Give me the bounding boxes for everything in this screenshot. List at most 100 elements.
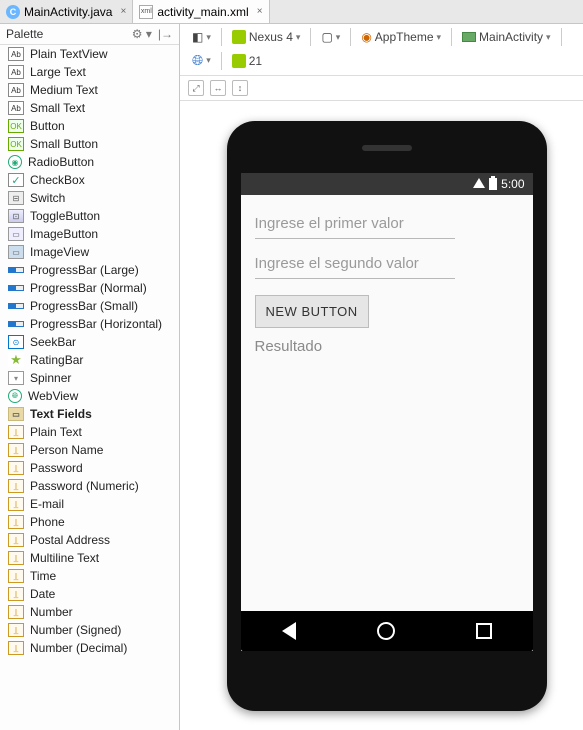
palette-item-label: Password (Numeric): [30, 479, 139, 493]
palette-item-label: ProgressBar (Small): [30, 299, 138, 313]
palette-item-button[interactable]: OK Button: [0, 117, 179, 135]
palette-item-e-mail[interactable]: I̲E-mail: [0, 495, 179, 513]
palette-item-ratingbar[interactable]: ★RatingBar: [0, 351, 179, 369]
field-icon: I̲: [8, 443, 24, 457]
palette-item-multiline-text[interactable]: I̲Multiline Text: [0, 549, 179, 567]
nav-home-icon[interactable]: [376, 621, 396, 641]
palette-item-password-numeric[interactable]: I̲Password (Numeric): [0, 477, 179, 495]
palette-item-togglebutton[interactable]: ⊡ToggleButton: [0, 207, 179, 225]
palette-item-label: Spinner: [30, 371, 71, 385]
folder-icon: ▭: [8, 407, 24, 421]
field-icon: I̲: [8, 425, 24, 439]
device-frame: 5:00 Ingrese el primer valor Ingrese el …: [227, 121, 547, 711]
edittext-primer-valor[interactable]: Ingrese el primer valor: [255, 209, 455, 239]
toggle-icon: ⊡: [8, 209, 24, 223]
palette-item-small-button[interactable]: OKSmall Button: [0, 135, 179, 153]
textview-resultado[interactable]: Resultado: [255, 338, 519, 355]
arrow-icon[interactable]: |→: [158, 27, 173, 41]
palette-item-imageview[interactable]: ▭ ImageView: [0, 243, 179, 261]
tab-activity-main-xml[interactable]: xml activity_main.xml ×: [133, 0, 269, 23]
palette-item-medium-text[interactable]: AbMedium Text: [0, 81, 179, 99]
palette-item-progressbar-normal[interactable]: ProgressBar (Normal): [0, 279, 179, 297]
field-icon: I̲: [8, 533, 24, 547]
palette-item-imagebutton[interactable]: ▭ImageButton: [0, 225, 179, 243]
palette-item-label: SeekBar: [30, 335, 76, 349]
zoom-fit-icon[interactable]: ⤢: [188, 80, 204, 96]
nav-recent-icon[interactable]: [474, 621, 494, 641]
palette-item-progressbar-small[interactable]: ProgressBar (Small): [0, 297, 179, 315]
device-selector[interactable]: Nexus 4 ▾: [228, 28, 305, 46]
palette-item-progressbar-horizontal[interactable]: ProgressBar (Horizontal): [0, 315, 179, 333]
expand-vertical-icon[interactable]: ↕: [232, 80, 248, 96]
palette-item-webview[interactable]: 🌐︎WebView: [0, 387, 179, 405]
palette-item-large-text[interactable]: AbLarge Text: [0, 63, 179, 81]
palette-item-label: Small Button: [30, 137, 98, 151]
palette-item-label: ImageView: [30, 245, 89, 259]
nav-back-icon[interactable]: [279, 621, 299, 641]
designer-toolbar: ◧▾ Nexus 4 ▾ ▢▾ ◉ AppTheme ▾ MainActivit…: [180, 24, 583, 76]
palette-item-label: Phone: [30, 515, 65, 529]
orientation-button[interactable]: ◧▾: [188, 28, 215, 46]
ok-icon: OK: [8, 119, 24, 133]
palette-item-text-fields[interactable]: ▭Text Fields: [0, 405, 179, 423]
tab-main-activity[interactable]: C MainActivity.java ×: [0, 0, 133, 23]
palette-item-label: Plain Text: [30, 425, 82, 439]
palette-item-number-decimal[interactable]: I̲Number (Decimal): [0, 639, 179, 657]
palette-item-label: WebView: [28, 389, 78, 403]
locale-selector[interactable]: 🌐︎ ▾: [188, 50, 215, 71]
phone-speaker: [362, 145, 412, 151]
palette-item-radiobutton[interactable]: ◉RadioButton: [0, 153, 179, 171]
palette-item-postal-address[interactable]: I̲ Postal Address: [0, 531, 179, 549]
palette-item-spinner[interactable]: ▾ Spinner: [0, 369, 179, 387]
field-icon: I̲: [8, 515, 24, 529]
palette-item-password[interactable]: I̲Password: [0, 459, 179, 477]
palette-item-label: Time: [30, 569, 56, 583]
theme-icon: ◉: [361, 30, 371, 44]
palette-item-label: Medium Text: [30, 83, 98, 97]
check-icon: ✓: [8, 173, 24, 187]
expand-horizontal-icon[interactable]: ↔: [210, 80, 226, 96]
palette-item-number[interactable]: I̲Number: [0, 603, 179, 621]
palette-item-phone[interactable]: I̲ Phone: [0, 513, 179, 531]
spinner-icon: ▾: [8, 371, 24, 385]
edittext-segundo-valor[interactable]: Ingrese el segundo valor: [255, 249, 455, 279]
imgvw-icon: ▭: [8, 245, 24, 259]
palette-item-number-signed[interactable]: I̲Number (Signed): [0, 621, 179, 639]
palette-pane: Palette ⚙︎ ▾ |→ AbPlain TextViewAbLarge …: [0, 24, 180, 730]
palette-item-label: ProgressBar (Normal): [30, 281, 147, 295]
tab-label: MainActivity.java: [24, 5, 112, 19]
theme-selector[interactable]: ◉ AppTheme ▾: [357, 28, 445, 46]
close-icon[interactable]: ×: [120, 6, 126, 17]
palette-item-date[interactable]: I̲Date: [0, 585, 179, 603]
app-layout-root[interactable]: Ingrese el primer valor Ingrese el segun…: [241, 195, 533, 611]
palette-item-small-text[interactable]: AbSmall Text: [0, 99, 179, 117]
design-canvas[interactable]: 5:00 Ingrese el primer valor Ingrese el …: [180, 101, 583, 730]
field-icon: I̲: [8, 623, 24, 637]
device-screen: 5:00 Ingrese el primer valor Ingrese el …: [241, 173, 533, 651]
palette-item-label: Postal Address: [30, 533, 110, 547]
palette-item-checkbox[interactable]: ✓CheckBox: [0, 171, 179, 189]
activity-selector[interactable]: MainActivity ▾: [458, 28, 555, 46]
close-icon[interactable]: ×: [257, 6, 263, 17]
palette-header: Palette ⚙︎ ▾ |→: [0, 24, 179, 45]
imgbt-icon: ▭: [8, 227, 24, 241]
palette-item-progressbar-large[interactable]: ProgressBar (Large): [0, 261, 179, 279]
field-icon: I̲: [8, 551, 24, 565]
palette-item-plain-text[interactable]: I̲ Plain Text: [0, 423, 179, 441]
config-button[interactable]: ▢▾: [317, 28, 344, 46]
palette-item-person-name[interactable]: I̲ Person Name: [0, 441, 179, 459]
palette-item-time[interactable]: I̲ Time: [0, 567, 179, 585]
xml-layout-icon: xml: [139, 5, 153, 19]
field-icon: I̲: [8, 569, 24, 583]
palette-item-label: Person Name: [30, 443, 103, 457]
palette-item-seekbar[interactable]: ⊙SeekBar: [0, 333, 179, 351]
field-icon: I̲: [8, 461, 24, 475]
new-button[interactable]: NEW BUTTON: [255, 295, 369, 328]
palette-item-label: RadioButton: [28, 155, 94, 169]
palette-item-label: Button: [30, 119, 65, 133]
palette-item-switch[interactable]: ⊟Switch: [0, 189, 179, 207]
activity-icon: [462, 32, 476, 42]
gear-icon[interactable]: ⚙︎ ▾: [132, 27, 152, 41]
api-selector[interactable]: 21: [228, 52, 266, 70]
palette-item-plain-textview[interactable]: AbPlain TextView: [0, 45, 179, 63]
